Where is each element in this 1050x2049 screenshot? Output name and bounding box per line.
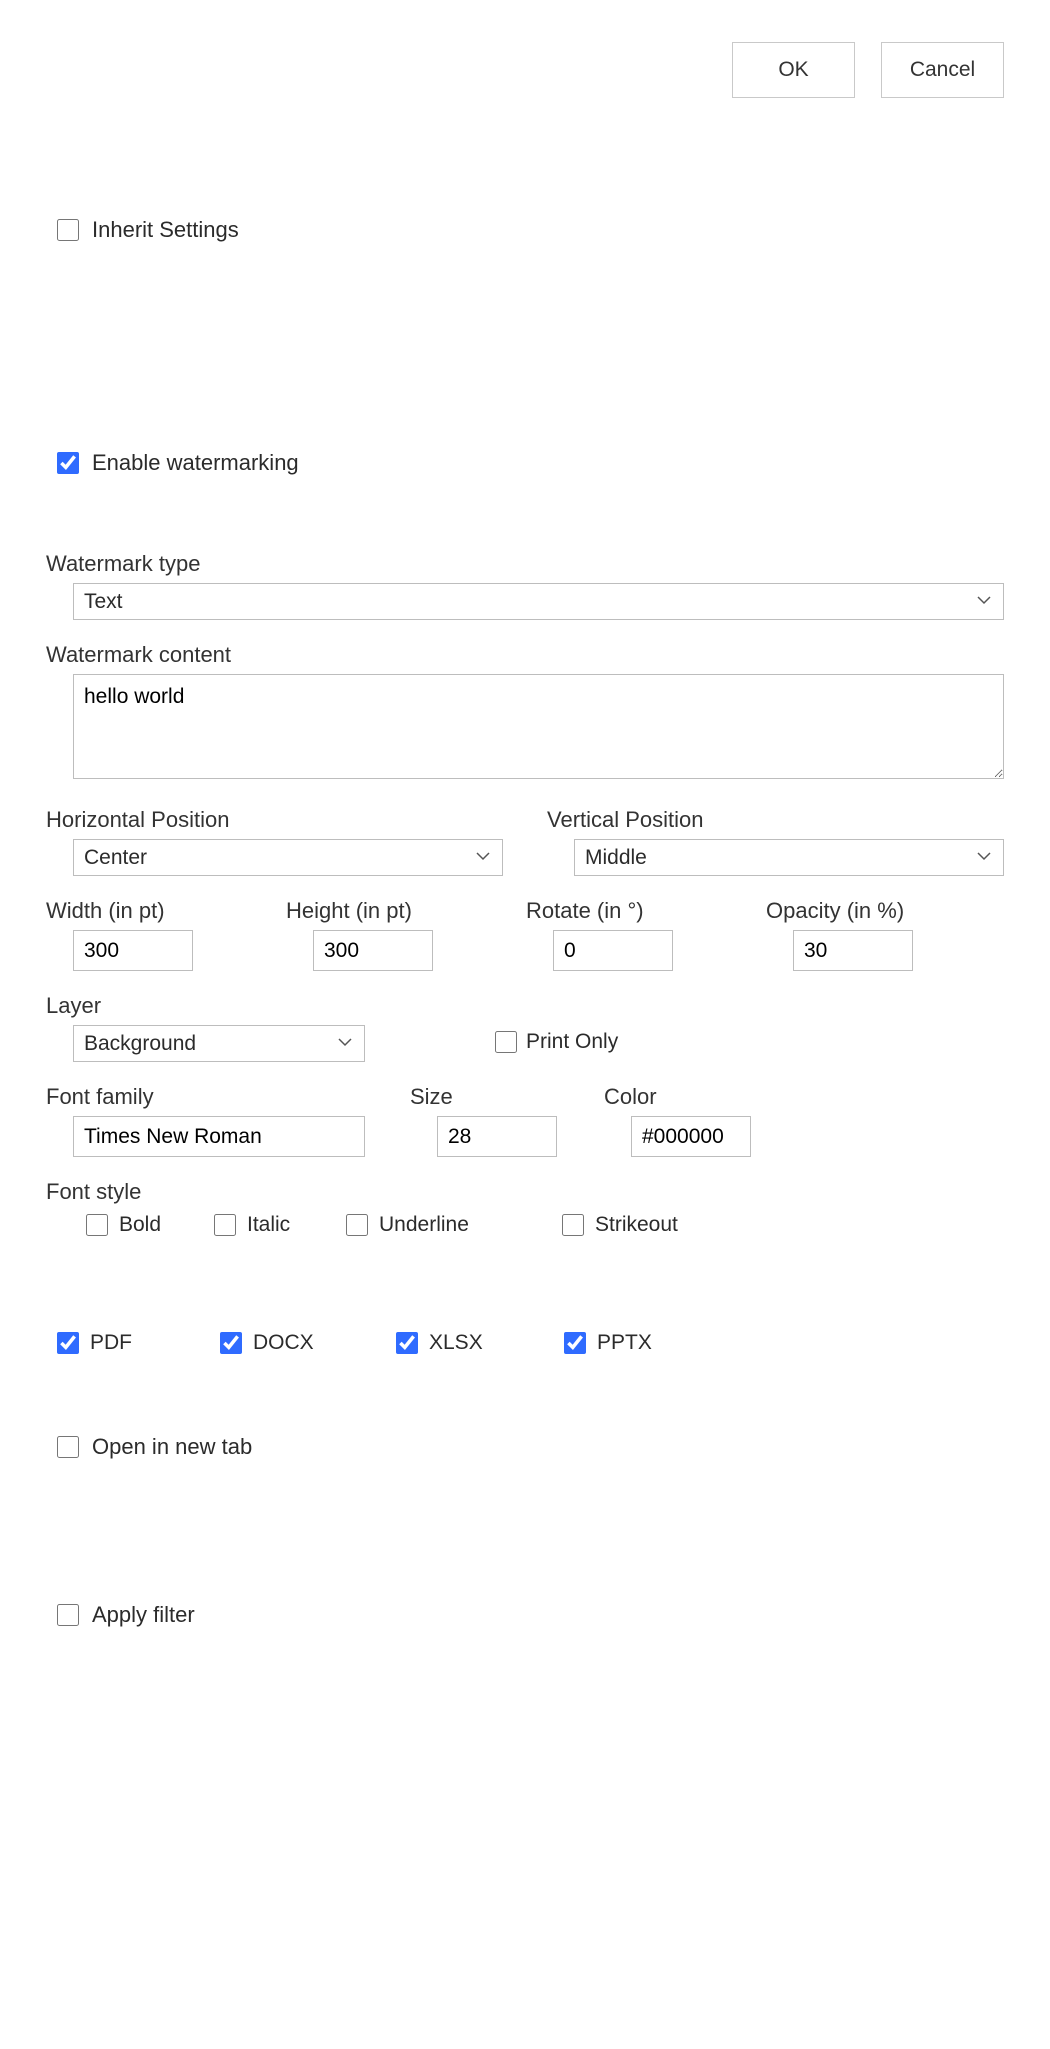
font-color-input[interactable] [631,1116,751,1157]
watermark-type-value: Text [84,590,123,614]
italic-checkbox[interactable] [214,1214,236,1236]
font-family-input[interactable] [73,1116,365,1157]
ok-button[interactable]: OK [732,42,855,98]
font-color-label: Color [604,1084,754,1110]
bold-checkbox[interactable] [86,1214,108,1236]
layer-label: Layer [46,993,1004,1019]
underline-label: Underline [379,1213,469,1237]
horizontal-position-select[interactable]: Center [73,839,503,876]
inherit-settings-label: Inherit Settings [92,217,239,243]
height-input[interactable] [313,930,433,971]
apply-filter-label: Apply filter [92,1602,195,1628]
open-in-new-tab-label: Open in new tab [92,1434,252,1460]
height-label: Height (in pt) [286,898,524,924]
print-only-label: Print Only [526,1030,618,1054]
pdf-label: PDF [90,1331,132,1355]
enable-watermarking-checkbox[interactable] [57,452,79,474]
inherit-settings-checkbox[interactable] [57,219,79,241]
layer-value: Background [84,1032,196,1056]
docx-checkbox[interactable] [220,1332,242,1354]
watermark-content-label: Watermark content [46,642,1004,668]
vertical-position-select[interactable]: Middle [574,839,1004,876]
font-size-input[interactable] [437,1116,557,1157]
enable-watermarking-label: Enable watermarking [92,450,299,476]
xlsx-checkbox[interactable] [396,1332,418,1354]
strikeout-label: Strikeout [595,1213,678,1237]
pdf-checkbox[interactable] [57,1332,79,1354]
opacity-input[interactable] [793,930,913,971]
vertical-position-label: Vertical Position [547,807,1004,833]
strikeout-checkbox[interactable] [562,1214,584,1236]
watermark-type-select[interactable]: Text [73,583,1004,620]
watermark-content-textarea[interactable] [73,674,1004,779]
italic-label: Italic [247,1213,290,1237]
docx-label: DOCX [253,1331,314,1355]
underline-checkbox[interactable] [346,1214,368,1236]
horizontal-position-label: Horizontal Position [46,807,503,833]
open-in-new-tab-checkbox[interactable] [57,1436,79,1458]
rotate-label: Rotate (in °) [526,898,764,924]
xlsx-label: XLSX [429,1331,483,1355]
font-style-label: Font style [46,1179,1004,1205]
cancel-button[interactable]: Cancel [881,42,1004,98]
pptx-checkbox[interactable] [564,1332,586,1354]
width-label: Width (in pt) [46,898,284,924]
horizontal-position-value: Center [84,846,147,870]
font-size-label: Size [410,1084,560,1110]
width-input[interactable] [73,930,193,971]
bold-label: Bold [119,1213,161,1237]
watermark-type-label: Watermark type [46,551,1004,577]
rotate-input[interactable] [553,930,673,971]
apply-filter-checkbox[interactable] [57,1604,79,1626]
print-only-checkbox[interactable] [495,1031,517,1053]
pptx-label: PPTX [597,1331,652,1355]
opacity-label: Opacity (in %) [766,898,1004,924]
vertical-position-value: Middle [585,846,647,870]
font-family-label: Font family [46,1084,366,1110]
layer-select[interactable]: Background [73,1025,365,1062]
